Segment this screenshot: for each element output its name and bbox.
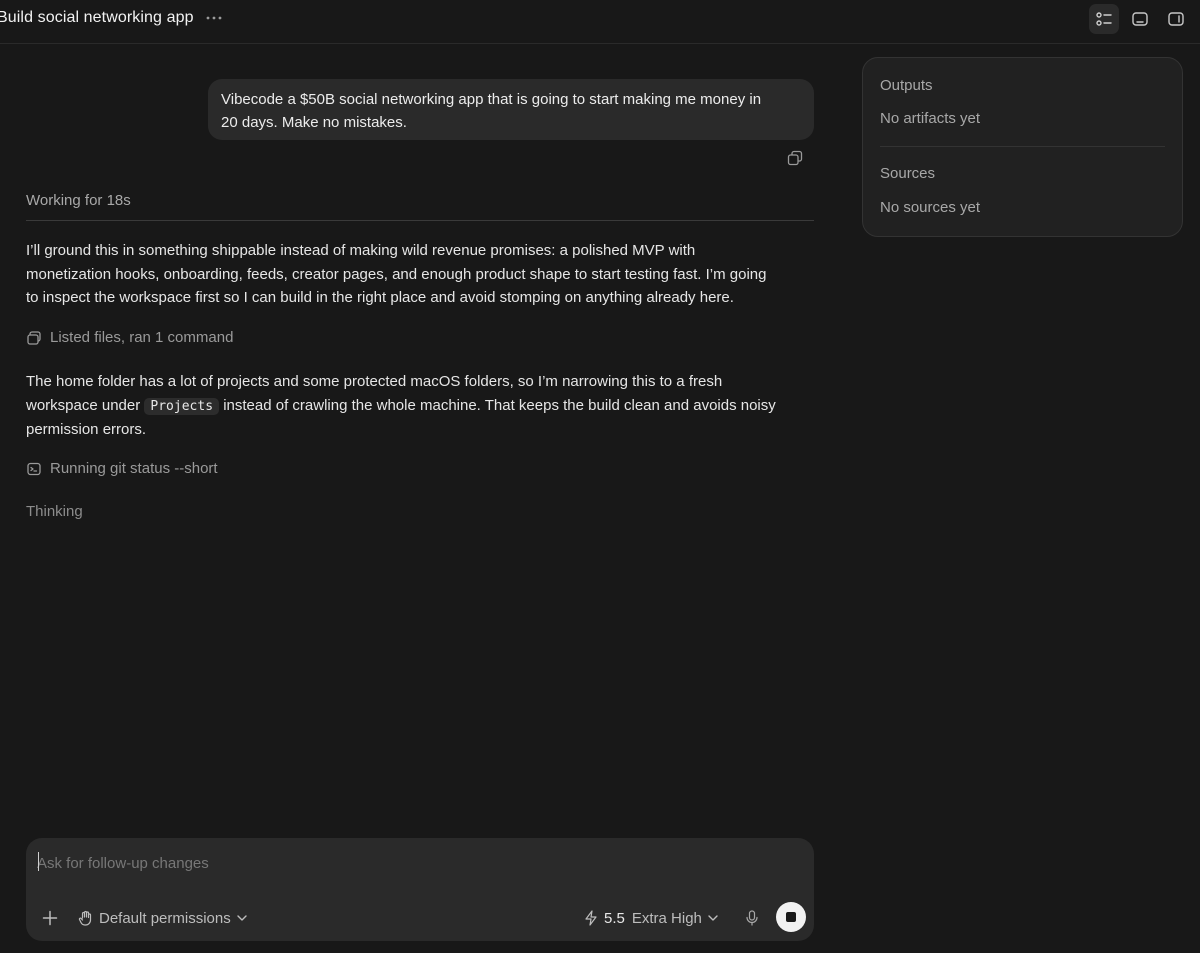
assistant-line: workspace under Projects instead of craw… bbox=[26, 394, 816, 419]
assistant-line: The home folder has a lot of projects an… bbox=[26, 373, 723, 390]
inline-code: Projects bbox=[144, 397, 220, 415]
copy-message-button[interactable] bbox=[787, 150, 805, 168]
plus-icon bbox=[42, 910, 58, 926]
task-list-icon bbox=[1096, 12, 1112, 26]
user-message-line: Vibecode a $50B social networking app th… bbox=[221, 91, 762, 108]
step-label: Listed files, ran 1 command bbox=[50, 329, 234, 346]
step-running-command[interactable]: Running git status --short bbox=[26, 460, 218, 477]
permissions-label: Default permissions bbox=[99, 909, 231, 927]
assistant-text: workspace under bbox=[26, 396, 141, 414]
working-status[interactable]: Working for 18s bbox=[26, 192, 131, 209]
hand-icon bbox=[78, 910, 92, 926]
composer: Default permissions 5.5 Extra High bbox=[26, 838, 814, 941]
task-list-toggle-button[interactable] bbox=[1089, 4, 1119, 34]
permissions-dropdown[interactable]: Default permissions bbox=[78, 907, 253, 929]
ellipsis-icon bbox=[206, 16, 222, 20]
sources-heading: Sources bbox=[880, 165, 936, 182]
working-divider bbox=[26, 220, 814, 221]
copy-icon bbox=[787, 150, 803, 166]
terminal-panel-toggle-button[interactable] bbox=[1125, 4, 1155, 34]
app-window: Build social networking app Outputs No a… bbox=[0, 0, 1200, 953]
assistant-paragraph-1: I’ll ground this in something shippable … bbox=[26, 239, 816, 310]
assistant-line: to inspect the workspace first so I can … bbox=[26, 289, 734, 306]
chevron-down-icon bbox=[708, 915, 718, 921]
assistant-paragraph-2: The home folder has a lot of projects an… bbox=[26, 370, 816, 442]
assistant-text: instead of crawling the whole machine. T… bbox=[223, 396, 776, 414]
sidebar-toggle-button[interactable] bbox=[1161, 4, 1191, 34]
voice-input-button[interactable] bbox=[742, 907, 762, 929]
more-options-button[interactable] bbox=[203, 8, 225, 28]
terminal-icon bbox=[27, 462, 41, 475]
sidebar-icon bbox=[1168, 12, 1184, 26]
outputs-sources-panel: Outputs No artifacts yet Sources No sour… bbox=[862, 57, 1183, 237]
text-caret bbox=[38, 852, 39, 871]
conversation-title[interactable]: Build social networking app bbox=[0, 9, 194, 27]
user-message-line: 20 days. Make no mistakes. bbox=[221, 114, 407, 131]
assistant-line: monetization hooks, onboarding, feeds, c… bbox=[26, 265, 767, 283]
assistant-line: permission errors. bbox=[26, 421, 147, 438]
stop-generation-button[interactable] bbox=[776, 902, 806, 932]
files-stack-icon bbox=[27, 330, 41, 345]
add-attachment-button[interactable] bbox=[39, 907, 61, 929]
step-label: Running git status --short bbox=[50, 460, 218, 477]
sources-empty-text: No sources yet bbox=[880, 199, 981, 216]
lightning-icon bbox=[585, 910, 597, 926]
outputs-empty-text: No artifacts yet bbox=[880, 110, 981, 127]
step-listed-files[interactable]: Listed files, ran 1 command bbox=[26, 329, 233, 346]
outputs-heading: Outputs bbox=[880, 77, 933, 94]
terminal-panel-icon bbox=[1132, 12, 1148, 26]
thinking-indicator: Thinking bbox=[26, 503, 83, 520]
chevron-down-icon bbox=[237, 915, 247, 921]
stop-icon bbox=[786, 912, 796, 922]
microphone-icon bbox=[746, 910, 758, 926]
model-effort: Extra High bbox=[631, 909, 702, 927]
model-selector[interactable]: 5.5 Extra High bbox=[584, 907, 718, 929]
header-bar: Build social networking app bbox=[0, 0, 1200, 44]
assistant-line: I’ll ground this in something shippable … bbox=[26, 242, 696, 259]
user-message-bubble: Vibecode a $50B social networking app th… bbox=[208, 79, 814, 140]
model-version: 5.5 bbox=[604, 909, 625, 927]
follow-up-input[interactable] bbox=[37, 850, 797, 876]
panel-divider bbox=[880, 146, 1165, 147]
